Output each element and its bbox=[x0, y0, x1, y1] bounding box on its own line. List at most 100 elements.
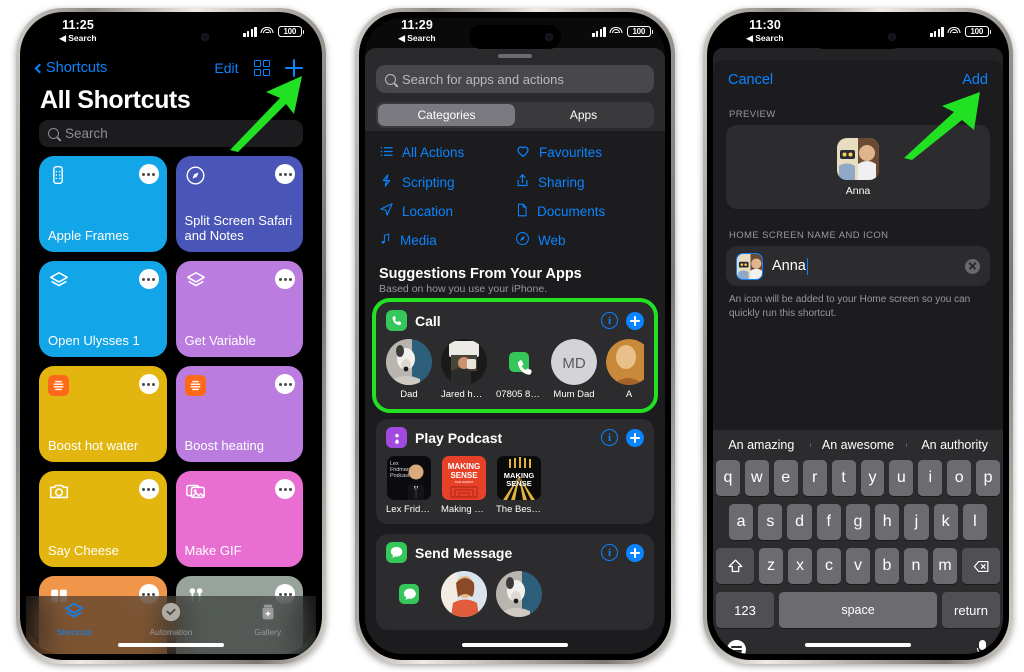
shortcut-icon-button[interactable] bbox=[736, 252, 763, 280]
tile-menu-button[interactable] bbox=[138, 269, 159, 289]
suggestion-item[interactable] bbox=[441, 571, 487, 621]
suggestion-item[interactable]: MAKINGSENSE The Best of... bbox=[496, 456, 542, 515]
search-input[interactable]: Search bbox=[39, 120, 303, 147]
key-j[interactable]: j bbox=[904, 504, 929, 540]
key-g[interactable]: g bbox=[845, 504, 871, 540]
suggestion-item[interactable]: Jared hard... bbox=[441, 339, 487, 400]
key-a[interactable]: a bbox=[729, 504, 754, 540]
shortcut-tile[interactable]: Open Ulysses 1 bbox=[39, 261, 167, 357]
tile-menu-button[interactable] bbox=[275, 269, 295, 289]
search-input[interactable]: Search for apps and actions bbox=[376, 65, 654, 93]
key-h[interactable]: h bbox=[875, 504, 900, 540]
add-icon[interactable] bbox=[626, 428, 644, 447]
plus-icon[interactable] bbox=[285, 59, 303, 77]
tile-menu-button[interactable] bbox=[275, 164, 295, 184]
category-web[interactable]: Web bbox=[515, 231, 651, 249]
key-u[interactable]: u bbox=[889, 460, 914, 496]
key-q[interactable]: q bbox=[715, 460, 740, 496]
tab-shortcuts[interactable]: Shortcuts bbox=[26, 601, 123, 637]
shortcut-tile[interactable]: Boost hot water bbox=[39, 366, 167, 462]
key-m[interactable]: m bbox=[933, 548, 957, 584]
microphone-icon[interactable] bbox=[976, 640, 989, 654]
key-v[interactable]: v bbox=[846, 548, 870, 584]
suggestion-item[interactable]: MD Mum Dad bbox=[551, 339, 597, 400]
suggestion-card[interactable]: Send Message i bbox=[376, 534, 654, 630]
add-icon[interactable] bbox=[626, 543, 644, 562]
suggestion-card[interactable]: Call i Dad Jared hard... 07805 878... MD Mum D… bbox=[372, 298, 658, 413]
key-n[interactable]: n bbox=[904, 548, 928, 584]
edit-button[interactable]: Edit bbox=[214, 60, 238, 76]
tile-menu-button[interactable] bbox=[275, 479, 295, 499]
info-icon[interactable]: i bbox=[601, 429, 618, 446]
key-p[interactable]: p bbox=[976, 460, 1001, 496]
suggestion-item[interactable] bbox=[386, 571, 432, 621]
key-f[interactable]: f bbox=[816, 504, 841, 540]
prediction-item[interactable]: An authority bbox=[906, 438, 1003, 452]
key-s[interactable]: s bbox=[758, 504, 783, 540]
grid-icon[interactable] bbox=[253, 59, 270, 77]
shortcut-tile[interactable]: Say Cheese bbox=[39, 471, 167, 567]
prediction-item[interactable]: An amazing bbox=[713, 438, 810, 452]
key-t[interactable]: t bbox=[831, 460, 856, 496]
tab-automation[interactable]: Automation bbox=[123, 601, 220, 637]
shortcut-tile[interactable]: Make GIF bbox=[175, 471, 303, 567]
status-back-to-search[interactable]: ◀ Search bbox=[378, 33, 456, 43]
sheet-grabber[interactable] bbox=[498, 54, 532, 58]
info-icon[interactable]: i bbox=[601, 544, 618, 561]
backspace-icon[interactable] bbox=[962, 548, 1000, 584]
category-scripting[interactable]: Scripting bbox=[379, 173, 515, 191]
category-sharing[interactable]: Sharing bbox=[515, 173, 651, 191]
suggestion-item[interactable] bbox=[496, 571, 542, 621]
suggestion-card[interactable]: Play Podcast i LexFridmanPodcast Lex Fridma… bbox=[376, 419, 654, 524]
key-r[interactable]: r bbox=[802, 460, 827, 496]
key-e[interactable]: e bbox=[773, 460, 798, 496]
shift-icon[interactable] bbox=[716, 548, 754, 584]
segment-apps[interactable]: Apps bbox=[515, 104, 652, 126]
tile-menu-button[interactable] bbox=[138, 374, 159, 394]
category-favourites[interactable]: Favourites bbox=[515, 143, 651, 162]
key-x[interactable]: x bbox=[788, 548, 812, 584]
category-media[interactable]: Media bbox=[379, 231, 515, 249]
key-i[interactable]: i bbox=[918, 460, 943, 496]
shortcut-tile[interactable]: Apple Frames bbox=[39, 156, 167, 252]
status-back-to-search[interactable]: ◀ Search bbox=[39, 33, 117, 43]
cancel-button[interactable]: Cancel bbox=[728, 72, 773, 88]
shortcut-tile[interactable]: Split Screen Safari and Notes bbox=[175, 156, 303, 252]
tile-menu-button[interactable] bbox=[275, 374, 295, 394]
category-location[interactable]: Location bbox=[379, 202, 515, 220]
suggestion-item[interactable]: LexFridmanPodcast Lex Fridma... bbox=[386, 456, 432, 515]
status-back-to-search[interactable]: ◀ Search bbox=[726, 33, 804, 43]
key-c[interactable]: c bbox=[817, 548, 841, 584]
suggestion-item[interactable]: A bbox=[606, 339, 644, 400]
segment-categories[interactable]: Categories bbox=[378, 104, 515, 126]
suggestion-item[interactable]: MAKINGSENSESAM HARRIS Making Sen... bbox=[441, 456, 487, 515]
category-documents[interactable]: Documents bbox=[515, 202, 651, 220]
category-all-actions[interactable]: All Actions bbox=[379, 143, 515, 162]
emoji-icon[interactable] bbox=[727, 640, 746, 654]
shortcut-tile[interactable]: Boost heating bbox=[175, 366, 303, 462]
info-icon[interactable]: i bbox=[601, 312, 618, 329]
key-w[interactable]: w bbox=[744, 460, 769, 496]
suggestion-item[interactable]: 07805 878... bbox=[496, 339, 542, 400]
add-icon[interactable] bbox=[626, 311, 644, 330]
key-l[interactable]: l bbox=[962, 504, 987, 540]
key-b[interactable]: b bbox=[875, 548, 899, 584]
space-key[interactable]: space bbox=[779, 592, 937, 628]
prediction-item[interactable]: An awesome bbox=[809, 438, 907, 452]
tile-menu-button[interactable] bbox=[138, 479, 159, 499]
key-y[interactable]: y bbox=[860, 460, 885, 496]
home-screen-name-field[interactable]: Anna bbox=[726, 246, 990, 286]
name-input[interactable]: Anna bbox=[772, 257, 956, 275]
add-button[interactable]: Add bbox=[962, 72, 988, 88]
key-k[interactable]: k bbox=[933, 504, 958, 540]
suggestion-item[interactable]: Dad bbox=[386, 339, 432, 400]
shortcut-tile[interactable]: Get Variable bbox=[175, 261, 303, 357]
key-o[interactable]: o bbox=[947, 460, 972, 496]
key-d[interactable]: d bbox=[787, 504, 812, 540]
back-button[interactable]: Shortcuts bbox=[34, 60, 107, 76]
numbers-key[interactable]: 123 bbox=[716, 592, 774, 628]
return-key[interactable]: return bbox=[942, 592, 1000, 628]
key-z[interactable]: z bbox=[759, 548, 783, 584]
tile-menu-button[interactable] bbox=[138, 164, 159, 184]
clear-icon[interactable] bbox=[965, 258, 980, 274]
